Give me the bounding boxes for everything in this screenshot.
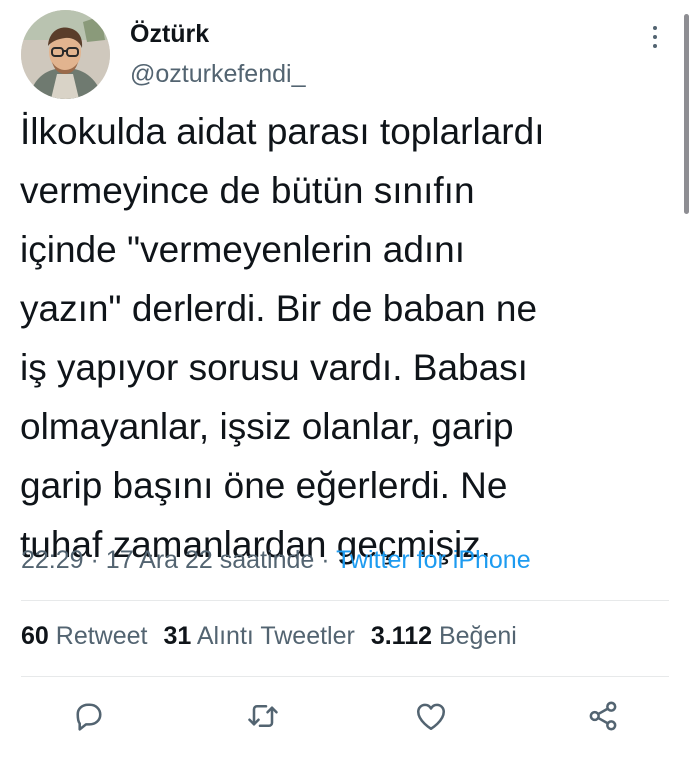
tweet-time[interactable]: 22:29	[21, 546, 84, 574]
tweet-source-link[interactable]: Twitter for iPhone	[336, 546, 531, 574]
tweet-text: İlkokulda aidat parası toplarlardı verme…	[20, 102, 670, 574]
tweet-line: iş yapıyor sorusu vardı. Babası	[20, 347, 528, 388]
tweet-line: olmayanlar, işsiz olanlar, garip	[20, 406, 514, 447]
scrollbar[interactable]	[684, 14, 689, 214]
likes-label: Beğeni	[438, 622, 517, 650]
tweet-line: yazın" derlerdi. Bir de baban ne	[20, 288, 538, 329]
meta-separator: ·	[90, 546, 99, 574]
tweet-line: İlkokulda aidat parası toplarlardı	[20, 111, 545, 152]
likes-count: 3.112	[370, 622, 433, 650]
reply-icon[interactable]	[71, 698, 107, 734]
quotes-label: Alıntı Tweetler	[196, 622, 355, 650]
likes-stat[interactable]: 3.112 Beğeni	[371, 622, 517, 650]
divider	[21, 600, 669, 601]
display-name[interactable]: Öztürk	[130, 20, 209, 49]
retweets-stat[interactable]: 60 Retweet	[21, 622, 147, 650]
quotes-stat[interactable]: 31 Alıntı Tweetler	[163, 622, 354, 650]
tweet-meta: 22:29 · 17 Ara 22 saatinde · Twitter for…	[21, 546, 531, 575]
more-vertical-icon[interactable]	[645, 22, 665, 52]
user-handle[interactable]: @ozturkefendi_	[130, 60, 305, 89]
tweet-detail: Öztürk @ozturkefendi_ İlkokulda aidat pa…	[0, 0, 690, 762]
retweets-count: 60	[21, 622, 49, 650]
meta-separator: ·	[321, 546, 330, 574]
tweet-date[interactable]: 17 Ara 22 saatinde	[106, 546, 315, 574]
tweet-line: garip başını öne eğerlerdi. Ne	[20, 465, 508, 506]
retweets-label: Retweet	[55, 622, 148, 650]
tweet-line: içinde "vermeyenlerin adını	[20, 229, 466, 270]
tweet-line: vermeyince de bütün sınıfın	[20, 170, 475, 211]
quotes-count: 31	[163, 622, 192, 650]
retweet-icon[interactable]	[245, 698, 281, 734]
share-icon[interactable]	[585, 698, 621, 734]
divider	[21, 676, 669, 677]
avatar[interactable]	[21, 10, 110, 99]
heart-icon[interactable]	[413, 698, 449, 734]
tweet-stats: 60 Retweet 31 Alıntı Tweetler 3.112 Beğeni	[21, 622, 517, 651]
